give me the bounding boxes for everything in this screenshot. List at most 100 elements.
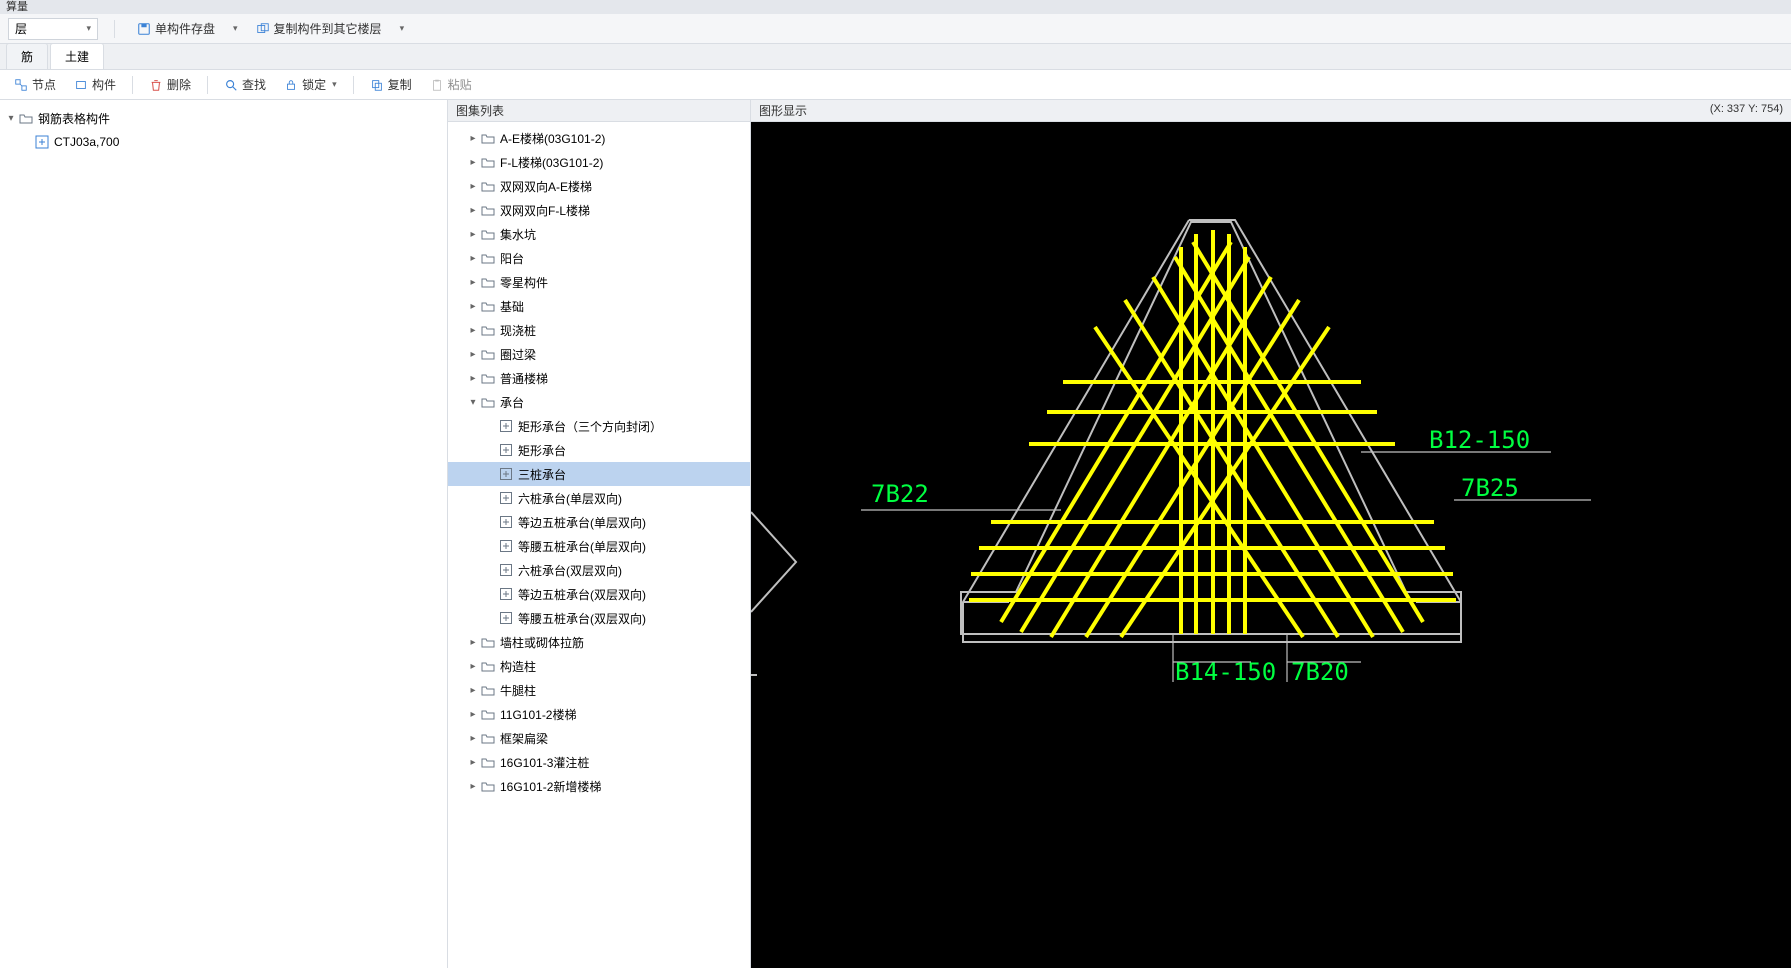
graphic-display-header: 图形显示	[751, 100, 1791, 122]
expand-icon[interactable]: ▸	[466, 157, 480, 168]
node-icon	[14, 78, 28, 92]
atlas-row-label: 零星构件	[500, 274, 548, 291]
tab-civil[interactable]: 土建	[50, 43, 104, 69]
atlas-row-label: 现浇桩	[500, 322, 536, 339]
dropdown-arrow[interactable]: ▾	[400, 23, 405, 34]
expand-icon[interactable]: ▸	[466, 349, 480, 360]
atlas-item-row[interactable]: 三桩承台	[448, 462, 750, 486]
expand-icon[interactable]: ▸	[466, 277, 480, 288]
atlas-item-row[interactable]: 等边五桩承台(单层双向)	[448, 510, 750, 534]
floor-combo-label: 层	[15, 20, 27, 37]
left-component-tree-pane: ▾ 钢筋表格构件 CTJ03a,700	[0, 100, 448, 968]
lock-icon	[284, 78, 298, 92]
expand-icon[interactable]: ▸	[466, 229, 480, 240]
folder-icon	[480, 322, 496, 338]
floor-combo[interactable]: 层	[8, 18, 98, 40]
atlas-folder-row[interactable]: ▸ 牛腿柱	[448, 678, 750, 702]
atlas-folder-row[interactable]: ▸ 普通楼梯	[448, 366, 750, 390]
atlas-folder-row[interactable]: ▸ A-E楼梯(03G101-2)	[448, 126, 750, 150]
atlas-folder-row[interactable]: ▸构造柱	[448, 654, 750, 678]
atlas-folder-row[interactable]: ▸集水坑	[448, 222, 750, 246]
atlas-folder-row[interactable]: ▾ 承台	[448, 390, 750, 414]
atlas-row-label: 墙柱或砌体拉筋	[500, 634, 584, 651]
dropdown-arrow[interactable]: ▾	[233, 23, 238, 34]
atlas-item-icon	[498, 466, 514, 482]
expand-icon[interactable]: ▸	[466, 205, 480, 216]
graphic-display-pane: 图形显示 (X: 337 Y: 754)	[751, 100, 1791, 968]
save-component-button[interactable]: 单构件存盘	[131, 17, 221, 41]
tree-root-row[interactable]: ▾ 钢筋表格构件	[0, 106, 447, 130]
atlas-folder-row[interactable]: ▸阳台	[448, 246, 750, 270]
atlas-item-icon	[498, 442, 514, 458]
copy-button[interactable]: 复制	[364, 73, 418, 97]
atlas-item-icon	[498, 586, 514, 602]
atlas-item-row[interactable]: 等腰五桩承台(双层双向)	[448, 606, 750, 630]
expand-icon[interactable]: ▸	[466, 733, 480, 744]
collapse-icon[interactable]: ▾	[466, 397, 480, 408]
expand-icon[interactable]: ▸	[466, 661, 480, 672]
atlas-row-label: 双网双向F-L楼梯	[500, 202, 590, 219]
atlas-row-label: 16G101-2新增楼梯	[500, 778, 601, 795]
expand-icon[interactable]: ▸	[466, 781, 480, 792]
tree-child-row[interactable]: CTJ03a,700	[0, 130, 447, 154]
atlas-row-label: 普通楼梯	[500, 370, 548, 387]
atlas-folder-row[interactable]: ▸框架扁梁	[448, 726, 750, 750]
atlas-folder-row[interactable]: ▸ 16G101-3灌注桩	[448, 750, 750, 774]
expand-icon[interactable]: ▸	[466, 253, 480, 264]
member-button[interactable]: 构件	[68, 73, 122, 97]
expand-icon[interactable]: ▸	[466, 373, 480, 384]
expand-icon[interactable]: ▸	[466, 133, 480, 144]
annot-7b25: 7B25	[1461, 474, 1519, 502]
expand-icon[interactable]: ▸	[466, 709, 480, 720]
cap-drawing: 7B22 B12-150 7B25 B14-150 7B20	[751, 122, 1791, 962]
atlas-folder-row[interactable]: ▸F-L楼梯(03G101-2)	[448, 150, 750, 174]
atlas-item-row[interactable]: 等腰五桩承台(单层双向)	[448, 534, 750, 558]
atlas-folder-row[interactable]: ▸基础	[448, 294, 750, 318]
atlas-item-row[interactable]: 矩形承台	[448, 438, 750, 462]
atlas-tree[interactable]: ▸ A-E楼梯(03G101-2) ▸F-L楼梯(03G101-2)▸双网双向A-E…	[448, 122, 750, 968]
expand-icon[interactable]: ▸	[466, 181, 480, 192]
atlas-folder-row[interactable]: ▸圈过梁	[448, 342, 750, 366]
paste-button[interactable]: 粘贴	[424, 73, 478, 97]
find-button[interactable]: 查找	[218, 73, 272, 97]
atlas-row-label: 等边五桩承台(双层双向)	[518, 586, 646, 603]
lock-button[interactable]: 锁定▾	[278, 73, 343, 97]
drawing-viewport[interactable]: 7B22 B12-150 7B25 B14-150 7B20	[751, 122, 1791, 968]
expand-icon[interactable]: ▸	[466, 685, 480, 696]
atlas-item-icon	[498, 562, 514, 578]
atlas-folder-row[interactable]: ▸ 双网双向F-L楼梯	[448, 198, 750, 222]
tree-root-label: 钢筋表格构件	[38, 110, 110, 127]
atlas-folder-row[interactable]: ▸11G101-2楼梯	[448, 702, 750, 726]
atlas-item-row[interactable]: 六桩承台(双层双向)	[448, 558, 750, 582]
atlas-folder-row[interactable]: ▸双网双向A-E楼梯	[448, 174, 750, 198]
member-icon	[74, 78, 88, 92]
atlas-row-label: 六桩承台(双层双向)	[518, 562, 622, 579]
annot-b14-150: B14-150	[1175, 658, 1276, 686]
separator	[353, 76, 354, 94]
delete-button[interactable]: 删除	[143, 73, 197, 97]
collapse-icon[interactable]: ▾	[4, 113, 18, 124]
atlas-item-row[interactable]: 等边五桩承台(双层双向)	[448, 582, 750, 606]
atlas-row-label: 16G101-3灌注桩	[500, 754, 589, 771]
folder-icon	[480, 274, 496, 290]
expand-icon[interactable]: ▸	[466, 757, 480, 768]
atlas-row-label: 承台	[500, 394, 524, 411]
tab-rebar[interactable]: 筋	[6, 43, 48, 69]
atlas-folder-row[interactable]: ▸ 16G101-2新增楼梯	[448, 774, 750, 798]
atlas-item-row[interactable]: 六桩承台(单层双向)	[448, 486, 750, 510]
atlas-folder-row[interactable]: ▸ 零星构件	[448, 270, 750, 294]
copy-icon	[370, 78, 384, 92]
atlas-item-row[interactable]: 矩形承台（三个方向封闭）	[448, 414, 750, 438]
atlas-row-label: 牛腿柱	[500, 682, 536, 699]
delete-label: 删除	[167, 76, 191, 93]
copy-to-floors-button[interactable]: 复制构件到其它楼层	[250, 17, 388, 41]
component-tree[interactable]: ▾ 钢筋表格构件 CTJ03a,700	[0, 102, 447, 158]
atlas-folder-row[interactable]: ▸ 墙柱或砌体拉筋	[448, 630, 750, 654]
atlas-row-label: A-E楼梯(03G101-2)	[500, 130, 605, 147]
expand-icon[interactable]: ▸	[466, 637, 480, 648]
atlas-folder-row[interactable]: ▸ 现浇桩	[448, 318, 750, 342]
expand-icon[interactable]: ▸	[466, 325, 480, 336]
node-button[interactable]: 节点	[8, 73, 62, 97]
expand-icon[interactable]: ▸	[466, 301, 480, 312]
separator	[207, 76, 208, 94]
